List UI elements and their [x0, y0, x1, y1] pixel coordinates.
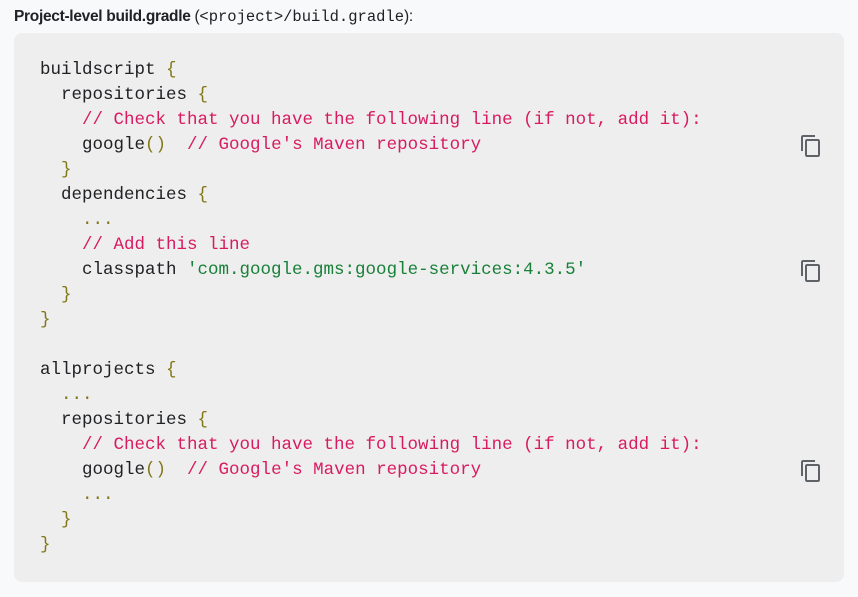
code-content: buildscript { repositories { // Check th… — [40, 58, 702, 558]
code-line: } — [40, 308, 702, 333]
code-token-string: 'com.google.gms:google-services:4.3.5' — [187, 260, 587, 280]
code-token-brace: { — [197, 185, 209, 205]
code-token-brace: } — [40, 535, 51, 555]
code-token-brace: } — [40, 310, 51, 330]
code-caption: Project-level build.gradle (<project>/bu… — [14, 8, 413, 26]
code-token-plain: repositories — [40, 85, 198, 105]
code-token-plain: dependencies — [40, 185, 198, 205]
code-token-brace: { — [197, 85, 209, 105]
code-line: // Check that you have the following lin… — [40, 108, 702, 133]
code-token-brace: ... — [40, 385, 93, 405]
code-line: google() // Google's Maven repository — [40, 133, 702, 158]
code-line: repositories { — [40, 408, 702, 433]
code-line: ... — [40, 383, 702, 408]
code-line: } — [40, 533, 702, 558]
code-token-brace: { — [166, 360, 177, 380]
copy-icon — [801, 135, 820, 157]
code-token-brace: { — [166, 60, 177, 80]
code-token-plain: repositories — [40, 410, 198, 430]
code-line: ... — [40, 483, 702, 508]
caption-paren: ): — [404, 8, 413, 25]
code-token-plain: classpath — [40, 260, 188, 280]
code-token-brace: () — [145, 460, 167, 480]
code-token-plain: buildscript — [40, 60, 167, 80]
caption-path: <project>/build.gradle — [199, 8, 405, 26]
code-line: repositories { — [40, 83, 702, 108]
code-token-brace: () — [145, 135, 167, 155]
code-line: // Check that you have the following lin… — [40, 433, 702, 458]
code-line: // Add this line — [40, 233, 702, 258]
copy-button[interactable] — [799, 459, 823, 483]
code-token-plain: google — [40, 460, 146, 480]
code-token-brace: } — [40, 160, 72, 180]
code-line: buildscript { — [40, 58, 702, 83]
copy-button[interactable] — [799, 134, 823, 158]
code-token-brace: } — [40, 285, 72, 305]
code-line: allprojects { — [40, 358, 702, 383]
code-token-brace: ... — [40, 485, 114, 505]
code-token-comment: // Add this line — [40, 235, 251, 255]
code-line: } — [40, 158, 702, 183]
code-token-comment: // Google's Maven repository — [166, 135, 482, 155]
copy-icon — [801, 460, 820, 482]
code-line: google() // Google's Maven repository — [40, 458, 702, 483]
code-line: } — [40, 508, 702, 533]
caption-title: Project-level build.gradle — [14, 8, 191, 25]
code-token-plain: google — [40, 135, 146, 155]
code-line: } — [40, 283, 702, 308]
code-line: ... — [40, 208, 702, 233]
code-line: dependencies { — [40, 183, 702, 208]
copy-button[interactable] — [799, 259, 823, 283]
code-token-brace: } — [40, 510, 72, 530]
code-token-brace: ... — [40, 210, 114, 230]
code-token-comment: // Google's Maven repository — [166, 460, 482, 480]
code-token-plain: allprojects — [40, 360, 167, 380]
copy-icon — [801, 260, 820, 282]
code-token-comment: // Check that you have the following lin… — [40, 110, 702, 130]
code-block: buildscript { repositories { // Check th… — [14, 33, 844, 582]
code-line: classpath 'com.google.gms:google-service… — [40, 258, 702, 283]
code-token-comment: // Check that you have the following lin… — [40, 435, 702, 455]
code-token-brace: { — [197, 410, 209, 430]
